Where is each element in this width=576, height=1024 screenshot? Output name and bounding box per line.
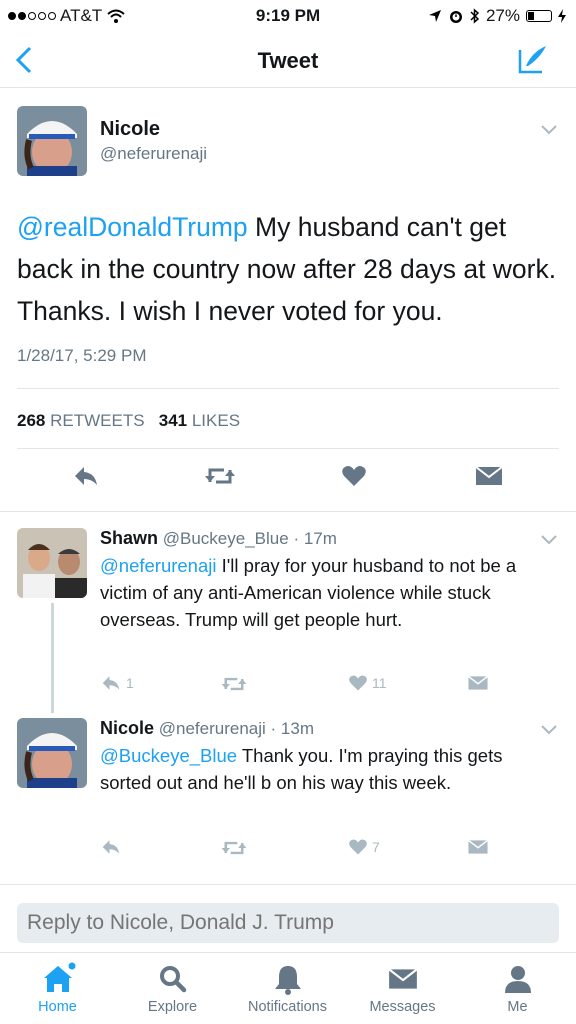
tab-bar: Home Explore Notifications Messages Me — [0, 952, 576, 1024]
reply-time: · 17m — [293, 529, 337, 548]
status-right: 27% — [428, 6, 566, 26]
tab-label: Messages — [369, 999, 436, 1015]
bluetooth-icon — [470, 8, 480, 24]
tab-me[interactable]: Me — [460, 959, 575, 1015]
like-button[interactable]: 11 — [348, 674, 387, 692]
retweet-icon — [221, 841, 247, 855]
search-icon — [159, 966, 186, 993]
reply-actions: 1 11 — [0, 674, 576, 696]
bell-icon — [274, 966, 301, 995]
tab-label: Notifications — [248, 999, 327, 1015]
reply-author-name[interactable]: Nicole — [100, 718, 154, 738]
chevron-down-icon — [541, 725, 557, 735]
status-bar: AT&T 9:19 PM 27% — [0, 0, 576, 34]
like-button[interactable] — [341, 464, 367, 493]
reply-button[interactable]: 1 — [100, 674, 134, 692]
reply-author-name[interactable]: Shawn — [100, 528, 158, 548]
tab-label: Home — [38, 999, 77, 1015]
tweet-text: @realDonaldTrump My husband can't get ba… — [17, 206, 562, 332]
compose-quill-icon — [518, 46, 546, 74]
location-arrow-icon — [428, 10, 441, 22]
envelope-icon — [468, 675, 488, 690]
reply-author-handle[interactable]: @Buckeye_Blue — [163, 529, 289, 548]
tab-explore[interactable]: Explore — [115, 959, 230, 1015]
chevron-down-icon — [541, 535, 557, 545]
divider — [17, 388, 559, 389]
envelope-icon — [475, 466, 503, 485]
reply-input[interactable] — [17, 903, 559, 943]
charging-icon — [558, 9, 566, 23]
reply-text: @Buckeye_Blue Thank you. I'm praying thi… — [100, 742, 550, 796]
reply-button[interactable] — [72, 464, 100, 493]
reply-arrow-icon — [102, 840, 120, 854]
tab-notifications[interactable]: Notifications — [230, 959, 345, 1015]
tweet-actions — [0, 464, 576, 500]
retweet-icon — [205, 468, 235, 484]
mention-link[interactable]: @neferurenaji — [100, 555, 216, 576]
battery-percent: 27% — [485, 6, 520, 25]
reply-actions: 7 — [0, 838, 576, 860]
retweet-button[interactable] — [220, 674, 252, 694]
avatar[interactable] — [17, 528, 87, 598]
alarm-icon — [449, 11, 462, 23]
tweet-stats: 268 RETWEETS 341 LIKES — [17, 411, 240, 431]
tab-label: Explore — [147, 999, 198, 1015]
like-count: 11 — [372, 675, 387, 691]
direct-message-button[interactable] — [474, 464, 504, 493]
reply-time: · 13m — [270, 719, 315, 738]
likes-label: LIKES — [191, 411, 241, 430]
like-count: 7 — [372, 839, 380, 855]
direct-message-button[interactable] — [467, 674, 489, 692]
tab-messages[interactable]: Messages — [345, 959, 460, 1015]
tweet-options-button[interactable] — [540, 120, 558, 141]
retweet-button[interactable] — [220, 838, 252, 858]
reply-author-handle[interactable]: @neferurenaji — [159, 719, 266, 738]
author-handle[interactable]: @neferurenaji — [100, 144, 207, 164]
heart-icon — [349, 839, 367, 855]
reply-options-button[interactable] — [540, 720, 558, 741]
reply-arrow-icon — [75, 467, 97, 485]
person-icon — [504, 966, 531, 993]
reply-composer — [0, 884, 576, 952]
nav-bar: Tweet — [0, 34, 576, 88]
retweets-count: 268 — [17, 411, 46, 430]
retweet-icon — [221, 677, 247, 691]
like-button[interactable]: 7 — [348, 838, 380, 856]
main-tweet: Nicole @neferurenaji @realDonaldTrump My… — [0, 88, 576, 512]
chevron-down-icon — [541, 125, 557, 135]
divider — [17, 448, 559, 449]
reply-options-button[interactable] — [540, 530, 558, 551]
retweets-label: RETWEETS — [50, 411, 145, 430]
tab-home[interactable]: Home — [0, 959, 115, 1015]
tweet-timestamp: 1/28/17, 5:29 PM — [17, 346, 147, 365]
reply-header: Shawn @Buckeye_Blue · 17m — [100, 528, 337, 549]
reply-text: @neferurenaji I'll pray for your husband… — [100, 552, 550, 633]
mention-link[interactable]: @realDonaldTrump — [17, 212, 248, 242]
reply-arrow-icon — [102, 676, 120, 690]
heart-icon — [349, 675, 367, 691]
heart-icon — [342, 466, 366, 486]
avatar[interactable] — [17, 718, 87, 788]
reply-button[interactable] — [100, 838, 126, 856]
reply-tweet: Nicole @neferurenaji · 13m @Buckeye_Blue… — [0, 702, 576, 872]
retweet-button[interactable] — [203, 464, 237, 493]
tab-label: Me — [507, 999, 528, 1015]
envelope-icon — [468, 839, 488, 854]
direct-message-button[interactable] — [467, 838, 489, 856]
reply-header: Nicole @neferurenaji · 13m — [100, 718, 314, 739]
avatar[interactable] — [17, 106, 87, 176]
author-name[interactable]: Nicole — [100, 118, 160, 141]
retweets-stat[interactable]: 268 RETWEETS — [17, 411, 145, 430]
likes-count: 341 — [158, 411, 188, 430]
reply-tweet: Shawn @Buckeye_Blue · 17m @neferurenaji … — [0, 512, 576, 702]
likes-stat[interactable]: 341 LIKES — [159, 411, 240, 430]
mention-link[interactable]: @Buckeye_Blue — [100, 745, 237, 766]
page-title: Tweet — [257, 48, 319, 73]
home-icon — [43, 962, 75, 992]
envelope-icon — [387, 968, 418, 989]
compose-tweet-button[interactable] — [518, 44, 548, 79]
battery-icon — [526, 10, 552, 22]
reply-count: 1 — [126, 675, 134, 691]
